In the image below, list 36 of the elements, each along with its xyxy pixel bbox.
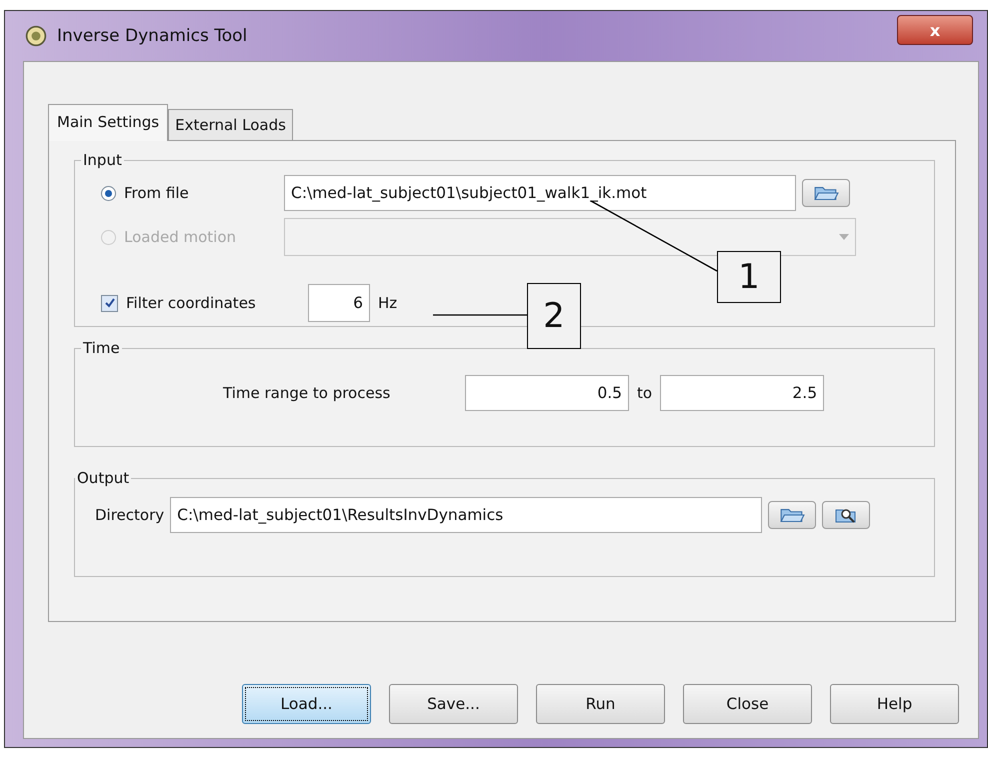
directory-field[interactable]: C:\med-lat_subject01\ResultsInvDynamics (170, 497, 762, 533)
dialog-button[interactable]: Load... (242, 684, 371, 724)
checkbox-label: Filter coordinates (126, 294, 257, 312)
radio-button[interactable] (101, 186, 116, 200)
start-time-field[interactable]: 0.5 (465, 375, 629, 411)
caret-icon (839, 234, 849, 240)
tab[interactable]: Main Settings (48, 104, 168, 141)
radio-label: Loaded motion (124, 228, 238, 246)
group-title: Input (82, 151, 123, 169)
separator-label: to (637, 384, 652, 402)
end-time-field[interactable]: 2.5 (660, 375, 824, 411)
group-title: Output (76, 469, 130, 487)
window-title: Inverse Dynamics Tool (57, 26, 248, 46)
dialog-button[interactable]: Save... (389, 684, 518, 724)
app-icon (25, 25, 47, 47)
file-path-field[interactable]: C:\med-lat_subject01\subject01_walk1_ik.mot (284, 175, 796, 211)
callout-number: 1 (717, 251, 781, 303)
radio-label: From file (124, 184, 190, 202)
browse-button[interactable] (802, 179, 850, 207)
folder-icon (779, 506, 806, 524)
window-close-button[interactable]: x (897, 15, 973, 45)
search-button[interactable] (822, 501, 870, 529)
dialog-button[interactable]: Help (830, 684, 959, 724)
checkbox[interactable] (101, 294, 118, 312)
directory-label: Directory (95, 506, 164, 524)
folder-icon (813, 184, 839, 202)
dialog-button[interactable]: Run (536, 684, 665, 724)
tab[interactable]: External Loads (168, 109, 293, 140)
time-range-label: Time range to process (223, 384, 392, 402)
checkmark-icon (104, 297, 116, 309)
browse-button[interactable] (768, 501, 816, 529)
callout-number: 2 (527, 283, 581, 349)
group-title: Time (82, 339, 121, 357)
unit-label: Hz (378, 294, 398, 312)
dialog-button[interactable]: Close (683, 684, 812, 724)
frequency-field[interactable]: 6 (308, 284, 370, 322)
